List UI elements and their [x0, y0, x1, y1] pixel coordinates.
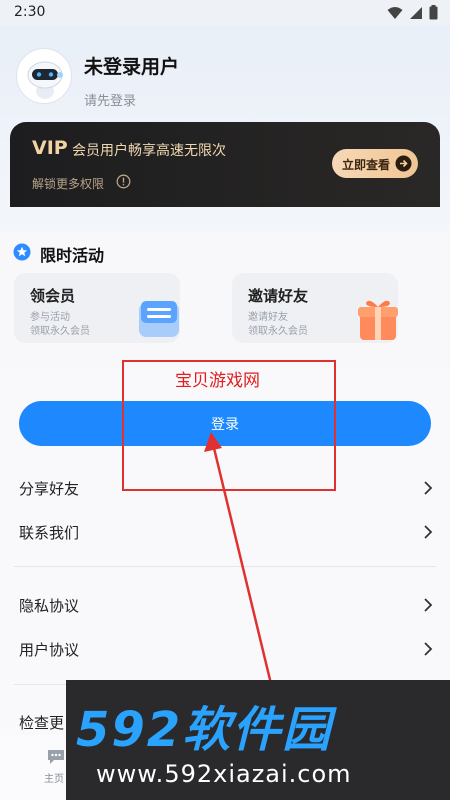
chevron-right-icon — [424, 642, 433, 656]
vip-subtitle: 解锁更多权限 — [32, 177, 105, 191]
user-name[interactable]: 未登录用户 — [84, 52, 179, 79]
watermark-url: www.592xiazai.com — [96, 760, 352, 788]
watermark-brand: 592软件园 — [76, 702, 333, 758]
wifi-icon — [387, 6, 403, 19]
annotation-text: 宝贝游戏网 — [175, 371, 260, 391]
avatar[interactable] — [16, 48, 72, 104]
menu-item-label: 用户协议 — [19, 641, 80, 659]
activity-card-title: 邀请好友 — [248, 287, 309, 305]
menu-item-label: 联系我们 — [19, 524, 80, 542]
activity-card-invite[interactable]: 邀请好友 邀请好友 领取永久会员 — [232, 273, 398, 343]
vip-view-label: 立即查看 — [342, 158, 391, 172]
battery-icon — [429, 5, 438, 20]
arrow-right-icon — [395, 155, 412, 172]
status-time: 2:30 — [14, 4, 46, 20]
menu-item-label: 检查更 — [19, 714, 65, 732]
status-bar: 2:30 — [0, 0, 450, 26]
tab-home-label[interactable]: 主页 — [44, 770, 64, 785]
menu-item-contact[interactable]: 联系我们 — [0, 512, 450, 552]
vip-card[interactable]: VIP 会员用户畅享高速无限次 解锁更多权限 立即查看 — [10, 122, 440, 207]
chevron-right-icon — [424, 481, 433, 495]
status-icons — [387, 5, 438, 20]
menu-item-label: 分享好友 — [19, 480, 80, 498]
info-icon[interactable] — [116, 174, 131, 189]
activity-card-line: 领取永久会员 — [30, 326, 90, 337]
message-box-icon — [139, 301, 179, 337]
vip-view-button[interactable]: 立即查看 — [332, 149, 418, 178]
star-badge-icon — [13, 243, 31, 261]
activity-title: 限时活动 — [40, 246, 105, 265]
chevron-right-icon — [424, 525, 433, 539]
gift-icon — [358, 300, 398, 340]
activity-card-line: 参与活动 — [30, 312, 70, 323]
activity-card-line: 领取永久会员 — [248, 326, 308, 337]
chat-icon[interactable] — [46, 748, 66, 766]
robot-avatar-icon — [27, 61, 63, 99]
watermark-banner: 592软件园 www.592xiazai.com — [66, 680, 450, 800]
vip-tag: VIP — [32, 137, 68, 159]
activity-card-title: 领会员 — [30, 287, 76, 305]
menu-item-privacy[interactable]: 隐私协议 — [0, 585, 450, 625]
login-prompt[interactable]: 请先登录 — [84, 90, 136, 109]
signal-icon — [410, 6, 422, 19]
divider — [14, 566, 436, 567]
menu-item-user-agreement[interactable]: 用户协议 — [0, 629, 450, 669]
vip-title: 会员用户畅享高速无限次 — [72, 143, 226, 159]
activity-card-line: 邀请好友 — [248, 312, 288, 323]
activity-card-membership[interactable]: 领会员 参与活动 领取永久会员 — [14, 273, 180, 343]
menu-item-label: 隐私协议 — [19, 597, 80, 615]
chevron-right-icon — [424, 598, 433, 612]
